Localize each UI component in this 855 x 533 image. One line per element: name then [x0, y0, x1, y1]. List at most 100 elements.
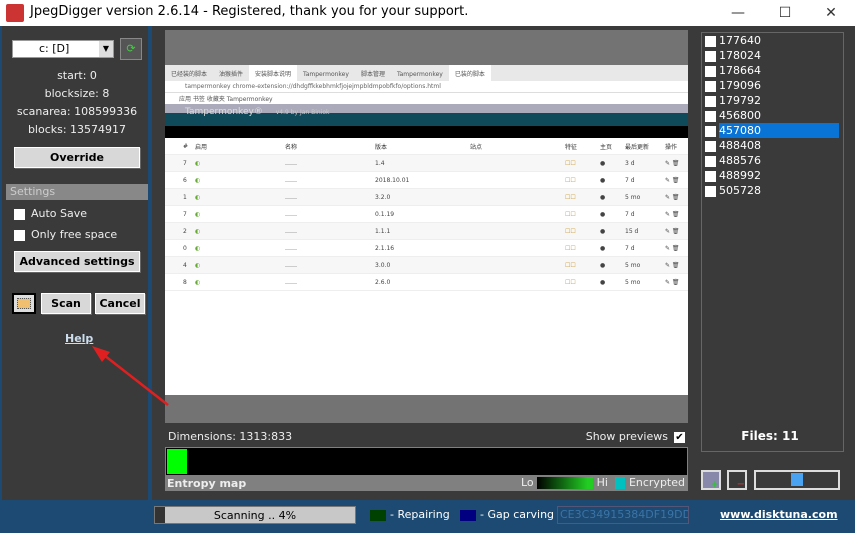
help-link[interactable]: Help — [65, 332, 93, 345]
file-item[interactable]: 177640 — [702, 33, 843, 48]
file-item[interactable]: 179096 — [702, 78, 843, 93]
file-checkbox[interactable] — [705, 125, 716, 137]
home-icon: ● — [600, 193, 606, 201]
row-number: 8 — [183, 278, 187, 286]
script-row: 7 ◐…… 0.1.19 ☐☐ ● 7 d ✎ 🗑 — [165, 206, 688, 223]
advanced-settings-button[interactable]: Advanced settings — [14, 251, 140, 272]
legend-encrypted: Encrypted — [628, 476, 685, 489]
file-item[interactable]: 456800 — [702, 108, 843, 123]
row-version: 2018.10.01 — [375, 176, 410, 184]
script-row: 4 ◐…… 3.0.0 ☐☐ ● 5 mo ✎ 🗑 — [165, 257, 688, 274]
home-icon: ● — [600, 210, 606, 218]
row-name: …… — [285, 278, 297, 286]
save-button[interactable] — [754, 470, 840, 490]
scan-progress: Scanning .. 4% — [154, 506, 356, 524]
file-item[interactable]: 178664 — [702, 63, 843, 78]
drive-value: c: [D] — [39, 42, 70, 55]
row-actions[interactable]: ✎ 🗑 — [665, 262, 680, 269]
remove-files-button[interactable]: − — [727, 470, 747, 490]
toggle-icon[interactable]: ◐ — [195, 194, 285, 201]
row-actions[interactable]: ✎ 🗑 — [665, 279, 680, 286]
chevron-down-icon[interactable]: ▼ — [99, 41, 113, 57]
file-checkbox[interactable] — [705, 170, 716, 182]
auto-save-label: Auto Save — [31, 207, 88, 220]
file-checkbox[interactable] — [705, 140, 716, 152]
script-row: 8 ◐…… 2.6.0 ☐☐ ● 5 mo ✎ 🗑 — [165, 274, 688, 291]
minimize-button[interactable]: — — [718, 2, 758, 24]
row-name: …… — [285, 244, 297, 252]
close-button[interactable]: ✕ — [811, 2, 851, 24]
col-header: 主页 — [600, 143, 613, 151]
file-list[interactable]: 177640 178024 178664 179096 179792 456800 4570… — [701, 32, 844, 452]
home-icon: ● — [600, 159, 606, 167]
row-updated: 5 mo — [625, 278, 641, 286]
repairing-legend: - Repairing — [370, 508, 450, 521]
script-row: 2 ◐…… 1.1.1 ☐☐ ● 15 d ✎ 🗑 — [165, 223, 688, 240]
minus-icon: − — [736, 479, 745, 490]
feature-icons: ☐☐ — [565, 210, 576, 218]
file-checkbox[interactable] — [705, 50, 716, 62]
file-checkbox[interactable] — [705, 110, 716, 122]
row-number: 0 — [183, 244, 187, 252]
override-button[interactable]: Override — [14, 147, 140, 168]
toggle-icon[interactable]: ◐ — [195, 211, 285, 218]
toggle-icon[interactable]: ◐ — [195, 262, 285, 269]
file-checkbox[interactable] — [705, 185, 716, 197]
refresh-icon[interactable]: ⟳ — [120, 38, 142, 60]
row-version: 2.1.16 — [375, 244, 395, 252]
col-header: 操作 — [665, 143, 678, 151]
row-actions[interactable]: ✎ 🗑 — [665, 160, 680, 167]
file-checkbox[interactable] — [705, 80, 716, 92]
home-icon: ● — [600, 176, 606, 184]
file-checkbox[interactable] — [705, 95, 716, 107]
row-updated: 5 mo — [625, 261, 641, 269]
file-item[interactable]: 178024 — [702, 48, 843, 63]
stat-scanarea: scanarea: 108599336 — [16, 105, 138, 118]
browser-tab: 脚本管理 — [360, 71, 385, 78]
only-free-space-checkbox[interactable]: Only free space — [14, 228, 117, 241]
file-offset: 457080 — [719, 123, 839, 138]
row-version: 1.1.1 — [375, 227, 391, 235]
browser-tab: 安装脚本说明 — [249, 65, 298, 82]
row-updated: 3 d — [625, 159, 635, 167]
file-checkbox[interactable] — [705, 155, 716, 167]
preview-panel: 已经装的脚本 油猴插件 安装脚本说明 Tampermonkey 脚本管理 Tampermo… — [152, 26, 695, 500]
row-version: 0.1.19 — [375, 210, 395, 218]
file-checkbox[interactable] — [705, 65, 716, 77]
add-files-button[interactable]: + — [701, 470, 721, 490]
file-item[interactable]: 488576 — [702, 153, 843, 168]
script-table: 7 ◐…… 1.4 ☐☐ ● 3 d ✎ 🗑 6 ◐…… 2018.10.01 ☐☐ ● 7 d ✎ 🗑 1… — [165, 155, 688, 291]
file-item[interactable]: 457080 — [702, 123, 843, 138]
scan-button[interactable]: Scan — [41, 293, 91, 314]
repairing-label: - Repairing — [390, 508, 450, 521]
browser-tab: 已装的脚本 — [448, 65, 491, 82]
toggle-icon[interactable]: ◐ — [195, 279, 285, 286]
drive-select[interactable]: c: [D] ▼ — [12, 40, 114, 58]
row-actions[interactable]: ✎ 🗑 — [665, 211, 680, 218]
auto-save-checkbox[interactable]: Auto Save — [14, 207, 87, 220]
file-item[interactable]: 488408 — [702, 138, 843, 153]
progress-fill — [155, 507, 165, 523]
entropy-gradient — [537, 477, 594, 489]
show-previews-checkbox[interactable]: Show previews ✔ — [586, 430, 685, 443]
browser-tab: 已经装的脚本 — [171, 71, 208, 78]
row-actions[interactable]: ✎ 🗑 — [665, 177, 680, 184]
file-item[interactable]: 488992 — [702, 168, 843, 183]
file-item[interactable]: 179792 — [702, 93, 843, 108]
website-link[interactable]: www.disktuna.com — [720, 508, 838, 521]
toggle-icon[interactable]: ◐ — [195, 177, 285, 184]
file-checkbox[interactable] — [705, 35, 716, 47]
row-actions[interactable]: ✎ 🗑 — [665, 194, 680, 201]
row-name: …… — [285, 159, 297, 167]
maximize-button[interactable]: ☐ — [765, 2, 805, 24]
toggle-icon[interactable]: ◐ — [195, 228, 285, 235]
file-item[interactable]: 505728 — [702, 183, 843, 198]
toggle-icon[interactable]: ◐ — [195, 245, 285, 252]
hash-field[interactable]: CE3C34915384DF19DDA — [557, 506, 689, 524]
cancel-button[interactable]: Cancel — [95, 293, 145, 314]
row-name: …… — [285, 227, 297, 235]
toggle-icon[interactable]: ◐ — [195, 160, 285, 167]
row-actions[interactable]: ✎ 🗑 — [665, 228, 680, 235]
row-actions[interactable]: ✎ 🗑 — [665, 245, 680, 252]
folder-button[interactable] — [12, 293, 36, 314]
